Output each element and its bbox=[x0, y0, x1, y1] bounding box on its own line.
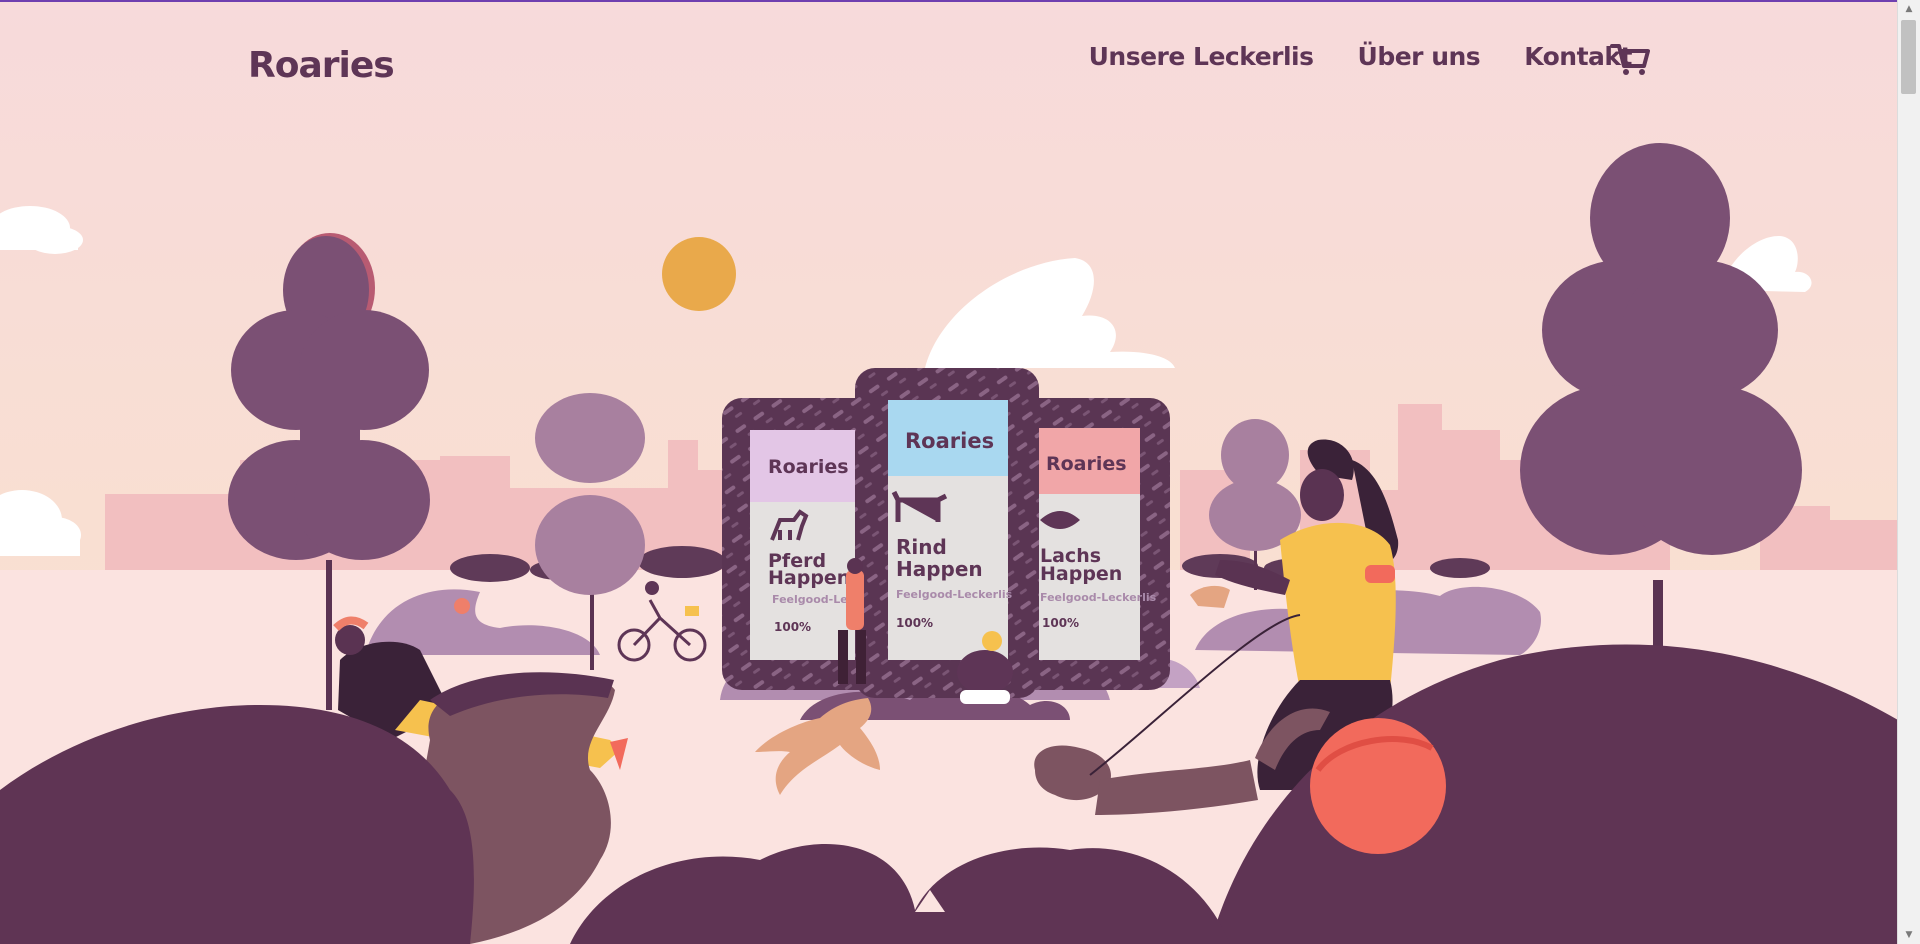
nav-item-ueber-uns[interactable]: Über uns bbox=[1358, 42, 1481, 71]
sun bbox=[662, 237, 736, 311]
shopping-cart-icon[interactable] bbox=[1610, 40, 1650, 78]
can-lachs-badge: 100% bbox=[1042, 616, 1079, 630]
nav-item-unsere-leckerlis[interactable]: Unsere Leckerlis bbox=[1089, 42, 1314, 71]
page: Roaries Pferd Happen Feelgood-Leckerli 1… bbox=[0, 0, 1898, 944]
can-rind-tagline: Feelgood-Leckerlis bbox=[896, 588, 1013, 601]
hero-illustration: Roaries Pferd Happen Feelgood-Leckerli 1… bbox=[0, 0, 1898, 944]
can-rind-brand: Roaries bbox=[905, 429, 994, 453]
browser-top-accent-line bbox=[0, 0, 1920, 2]
can-rind-name-2: Happen bbox=[896, 557, 983, 581]
brand-logo[interactable]: Roaries bbox=[248, 36, 395, 86]
scrollbar-thumb[interactable] bbox=[1901, 20, 1916, 94]
can-lachs-tagline: Feelgood-Leckerlis bbox=[1040, 591, 1157, 604]
can-pferd-brand: Roaries bbox=[768, 456, 849, 478]
can-lachs-brand: Roaries bbox=[1046, 453, 1127, 475]
can-rind: Roaries Rind Happen Feelgood-Leckerlis 1… bbox=[855, 368, 1039, 698]
can-pferd-badge: 100% bbox=[774, 620, 811, 634]
site-header: Roaries Unsere Leckerlis Über uns Kontak… bbox=[0, 0, 1898, 120]
page-scrollbar[interactable]: ▲ ▼ bbox=[1897, 0, 1920, 944]
can-rind-badge: 100% bbox=[896, 616, 933, 630]
brand-wordmark: Roaries bbox=[248, 45, 395, 86]
scroll-down-arrow-icon[interactable]: ▼ bbox=[1898, 926, 1920, 944]
scroll-up-arrow-icon[interactable]: ▲ bbox=[1898, 0, 1920, 18]
can-rind-name-1: Rind bbox=[896, 535, 947, 559]
can-pferd-name-2: Happen bbox=[768, 567, 850, 589]
main-nav: Unsere Leckerlis Über uns Kontakt bbox=[1089, 42, 1633, 71]
can-lachs-name-2: Happen bbox=[1040, 563, 1122, 585]
